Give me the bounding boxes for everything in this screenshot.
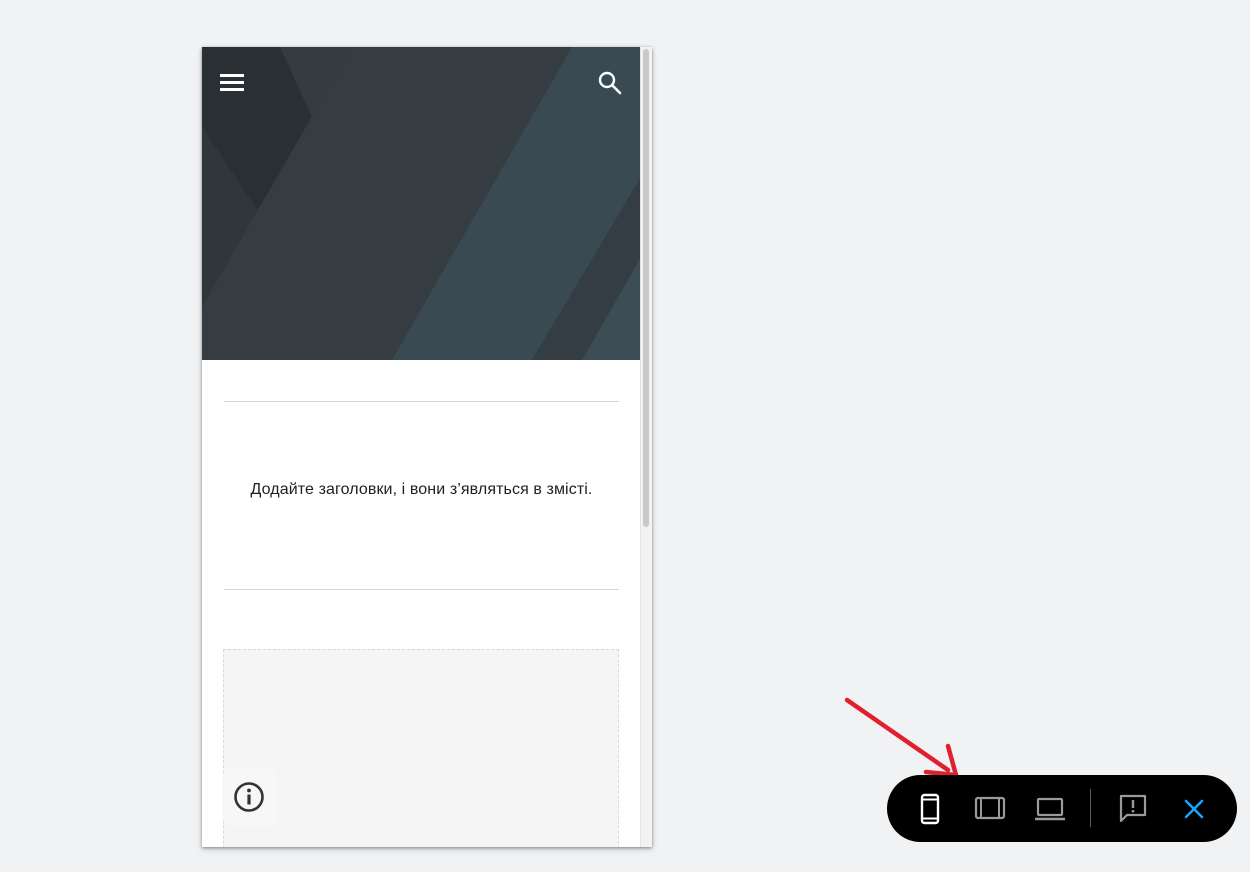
toc-top-divider bbox=[224, 401, 619, 402]
preview-scrollbar[interactable] bbox=[640, 47, 652, 847]
menu-button[interactable] bbox=[220, 71, 248, 95]
tablet-icon bbox=[974, 796, 1006, 820]
search-button[interactable] bbox=[596, 69, 624, 97]
table-of-contents-placeholder: Додайте заголовки, і вони з’являться в з… bbox=[250, 481, 593, 498]
scrollbar-thumb[interactable] bbox=[643, 49, 649, 527]
phone-view-button[interactable] bbox=[912, 791, 948, 827]
report-issue-icon bbox=[1119, 794, 1147, 823]
report-issue-button[interactable] bbox=[1115, 791, 1151, 827]
laptop-view-button[interactable] bbox=[1032, 791, 1068, 827]
toolbar-separator bbox=[1090, 789, 1091, 827]
info-button[interactable] bbox=[222, 767, 278, 827]
header-banner bbox=[202, 47, 641, 360]
laptop-icon bbox=[1035, 797, 1065, 821]
search-icon bbox=[598, 71, 622, 95]
phone-icon bbox=[920, 793, 940, 825]
tablet-view-button[interactable] bbox=[972, 791, 1008, 827]
content-placeholder-box bbox=[223, 649, 619, 847]
mobile-preview-frame: Додайте заголовки, і вони з’являться в з… bbox=[202, 47, 652, 847]
hamburger-menu-icon bbox=[220, 74, 244, 77]
banner-background bbox=[202, 47, 641, 360]
close-preview-button[interactable] bbox=[1176, 791, 1212, 827]
info-icon bbox=[234, 782, 264, 812]
toc-bottom-divider bbox=[224, 589, 619, 590]
close-icon bbox=[1184, 799, 1204, 819]
preview-toolbar bbox=[887, 775, 1237, 842]
